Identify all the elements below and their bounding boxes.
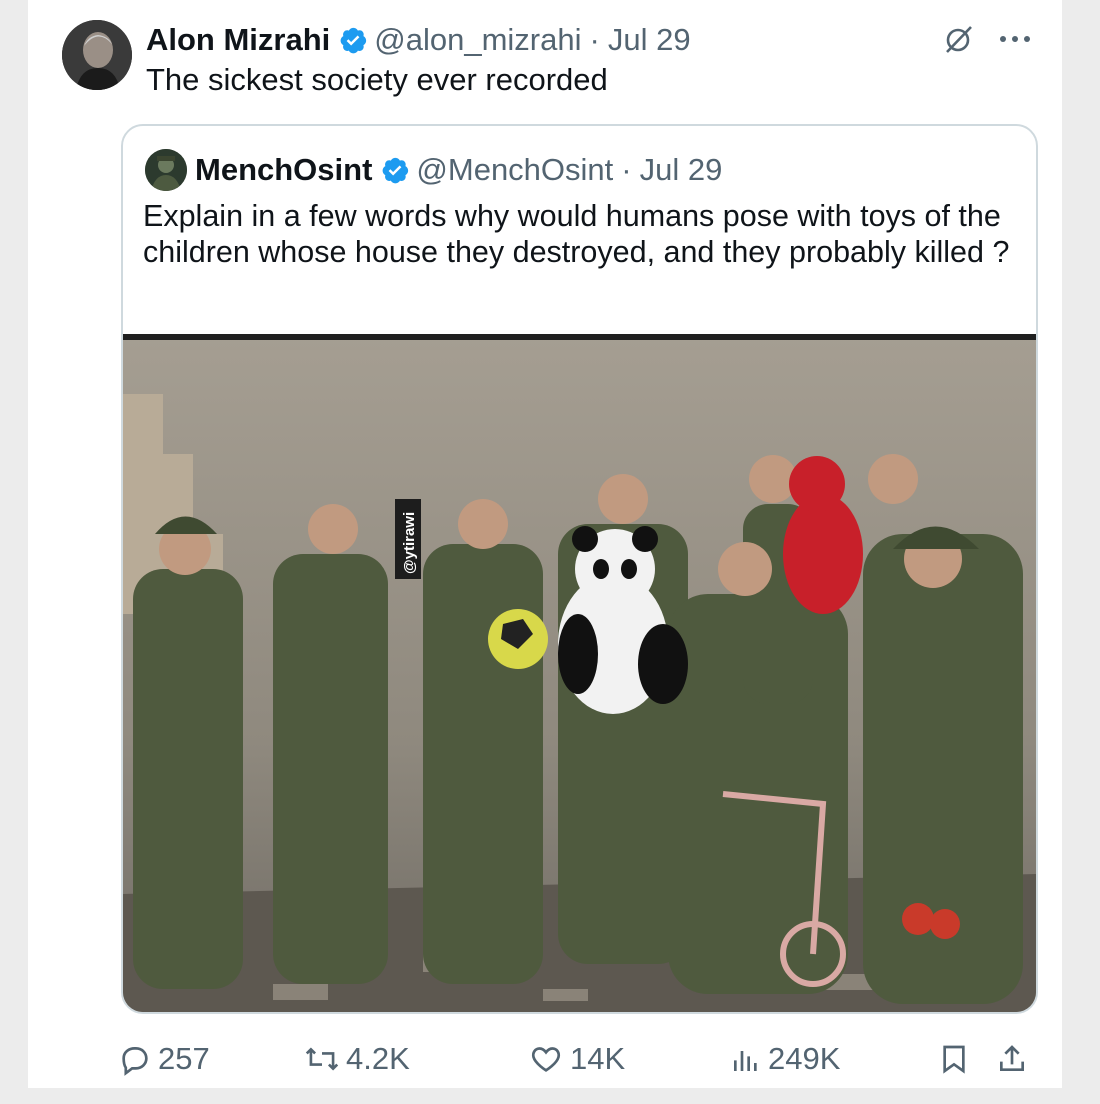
- separator-dot: ·: [621, 152, 632, 187]
- quoted-author-avatar[interactable]: [145, 149, 187, 191]
- separator-dot: ·: [589, 22, 600, 57]
- like-icon: [528, 1042, 564, 1076]
- share-icon: [996, 1042, 1028, 1076]
- views-count: 249K: [768, 1041, 841, 1076]
- verified-badge-icon: [380, 155, 410, 185]
- quoted-tweet-date[interactable]: Jul 29: [640, 152, 723, 188]
- tweet-date[interactable]: Jul 29: [608, 22, 691, 58]
- author-handle[interactable]: @alon_mizrahi: [374, 22, 581, 58]
- reply-button[interactable]: 257: [118, 1034, 210, 1084]
- image-watermark: @ytirawi: [401, 512, 418, 574]
- quoted-tweet[interactable]: MenchOsint @MenchOsint · Jul 29 Explain …: [121, 124, 1038, 1014]
- reply-icon: [118, 1042, 152, 1076]
- author-name[interactable]: Alon Mizrahi: [146, 22, 330, 58]
- soldiers-photo[interactable]: @ytirawi: [123, 334, 1038, 1014]
- quoted-tweet-header: MenchOsint @MenchOsint · Jul 29: [145, 148, 722, 192]
- more-icon[interactable]: [998, 34, 1032, 44]
- author-avatar[interactable]: [62, 20, 132, 90]
- engagement-bar: 257 4.2K 14K 249K: [118, 1034, 1038, 1084]
- tweet-header: Alon Mizrahi @alon_mizrahi · Jul 29: [146, 18, 691, 62]
- views-icon: [730, 1043, 762, 1075]
- quoted-author-handle[interactable]: @MenchOsint: [416, 152, 613, 188]
- repost-count: 4.2K: [346, 1041, 410, 1076]
- quoted-tweet-text: Explain in a few words why would humans …: [143, 199, 1010, 269]
- share-button[interactable]: [996, 1034, 1028, 1084]
- tweet-text: The sickest society ever recorded: [146, 62, 608, 97]
- bookmark-button[interactable]: [938, 1034, 970, 1084]
- quoted-author-name[interactable]: MenchOsint: [195, 152, 372, 188]
- reply-count: 257: [158, 1041, 210, 1076]
- like-button[interactable]: 14K: [528, 1034, 625, 1084]
- views-button[interactable]: 249K: [730, 1034, 840, 1084]
- repost-button[interactable]: 4.2K: [304, 1034, 410, 1084]
- tweet-top-actions: [942, 22, 1032, 56]
- verified-badge-icon: [338, 25, 368, 55]
- like-count: 14K: [570, 1041, 626, 1076]
- repost-icon: [304, 1042, 340, 1076]
- bookmark-icon: [938, 1042, 970, 1076]
- grok-icon[interactable]: [942, 22, 976, 56]
